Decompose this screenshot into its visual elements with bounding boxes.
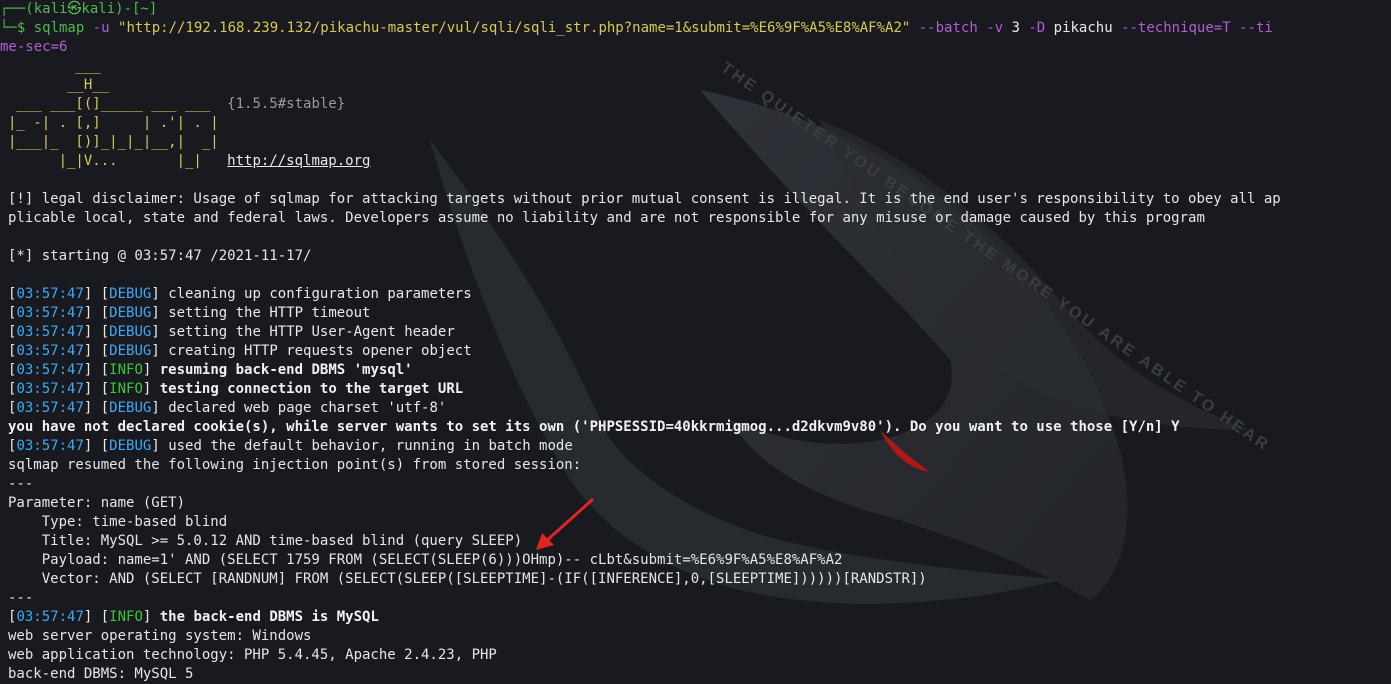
banner-art: |_|V... |_| [8,153,228,169]
starting-line: [*] starting @ 03:57:47 /2021-11-17/ [8,248,312,264]
bracket: ] [ [83,609,110,625]
log-time: 03:57:47 [16,381,84,397]
summary-os: web server operating system: Windows [8,628,312,644]
command-line: └─$ sqlmap -u "http://192.168.239.132/pi… [0,19,1383,38]
bracket: ] [142,381,160,397]
bracket: ] [151,438,169,454]
bracket: ] [151,400,169,416]
command-flag-v: -v [986,20,1012,36]
log-line: [03:57:47] [INFO] the back-end DBMS is M… [8,608,1383,627]
separator: --- [8,590,34,606]
injection-vector: Vector: AND (SELECT [RANDNUM] FROM (SELE… [8,571,927,587]
log-time: 03:57:47 [16,343,84,359]
command-verbosity: 3 [1011,20,1029,36]
cookie-prompt: you have not declared cookie(s), while s… [8,419,1180,435]
sqlmap-link[interactable]: http://sqlmap.org [227,153,370,169]
log-message: creating HTTP requests opener object [168,343,472,359]
terminal-output: ┌──(kali㉿kali)-[~] └─$ sqlmap -u "http:/… [0,0,1383,684]
command-url: "http://192.168.239.132/pikachu-master/v… [118,20,911,36]
command-wrap: me-sec=6 [0,39,68,55]
bracket: ] [151,305,169,321]
log-message: declared web page charset 'utf-8' [168,400,447,416]
prompt-symbol: └─$ [0,20,34,36]
bracket: ] [151,286,169,302]
separator: --- [8,476,34,492]
log-line: [03:57:47] [DEBUG] used the default beha… [8,437,1383,456]
log-message: the back-end DBMS is MySQL [159,609,379,625]
log-message: setting the HTTP User-Agent header [168,324,455,340]
injection-type: Type: time-based blind [8,514,228,530]
bracket: ] [151,324,169,340]
log-message: resuming back-end DBMS 'mysql' [159,362,413,378]
bracket: ] [ [83,381,110,397]
bracket: ] [ [83,438,110,454]
log-line: [03:57:47] [DEBUG] declared web page cha… [8,399,1383,418]
log-level: DEBUG [109,305,152,321]
prompt-user-host: ┌──(kali㉿kali)-[~] [0,1,158,17]
bracket: ] [142,609,160,625]
command-flag-u: -u [84,20,119,36]
log-message: setting the HTTP timeout [168,305,371,321]
log-line: [03:57:47] [INFO] testing connection to … [8,380,1383,399]
disclaimer-line-2: plicable local, state and federal laws. … [8,210,1205,226]
banner-line-2: __H__ [8,77,110,93]
log-time: 03:57:47 [16,609,84,625]
command-flag-technique: --technique=T --ti [1121,20,1273,36]
banner-line-1: ___ [8,58,101,74]
injection-payload: Payload: name=1' AND (SELECT 1759 FROM (… [8,552,843,568]
version-label: {1.5.5#stable} [227,96,346,112]
log-time: 03:57:47 [16,400,84,416]
log-level: DEBUG [109,343,152,359]
log-line: [03:57:47] [DEBUG] cleaning up configura… [8,285,1383,304]
log-message: used the default behavior, running in ba… [168,438,573,454]
log-list: [03:57:47] [DEBUG] cleaning up configura… [8,285,1383,418]
bracket: ] [ [83,324,110,340]
log-level: DEBUG [109,324,152,340]
log-line: [03:57:47] [DEBUG] setting the HTTP User… [8,323,1383,342]
log-level: DEBUG [109,438,152,454]
banner-line-6: |_|V... |_| http://sqlmap.org [8,152,1383,171]
banner-line-3: ___ ___[(]_____ ___ ___ {1.5.5#stable} [8,95,1383,114]
injection-title: Title: MySQL >= 5.0.12 AND time-based bl… [8,533,523,549]
log-message: cleaning up configuration parameters [168,286,472,302]
command-flag-d: -D [1028,20,1054,36]
bracket: ] [ [83,362,110,378]
annotation-arrow-icon [536,498,594,550]
command-tool: sqlmap [33,20,85,36]
disclaimer-line-1: [!] legal disclaimer: Usage of sqlmap fo… [8,191,1281,207]
summary-tech: web application technology: PHP 5.4.45, … [8,647,497,663]
log-level: DEBUG [109,400,152,416]
prompt-header: ┌──(kali㉿kali)-[~] [0,0,1383,19]
bracket: ] [ [83,343,110,359]
banner-line-4: |_ -| . [,] | .'| . | [8,115,219,131]
log-level: DEBUG [109,286,152,302]
log-time: 03:57:47 [16,438,84,454]
bracket: ] [ [83,400,110,416]
log-time: 03:57:47 [16,324,84,340]
log-message: testing connection to the target URL [159,381,464,397]
log-time: 03:57:47 [16,286,84,302]
log-line: [03:57:47] [DEBUG] setting the HTTP time… [8,304,1383,323]
log-time: 03:57:47 [16,305,84,321]
log-time: 03:57:47 [16,362,84,378]
command-flag-batch: --batch [910,20,987,36]
bracket: ] [ [83,305,110,321]
summary-dbms: back-end DBMS: MySQL 5 [8,666,194,682]
log-line: [03:57:47] [INFO] resuming back-end DBMS… [8,361,1383,380]
banner-line-5: |___|_ [)]_|_|_|__,| _| [8,134,219,150]
bracket: ] [151,343,169,359]
injection-parameter: Parameter: name (GET) [8,495,186,511]
log-level: INFO [109,609,143,625]
bracket: ] [142,362,160,378]
log-line: [03:57:47] [DEBUG] creating HTTP request… [8,342,1383,361]
command-db-name: pikachu [1053,20,1122,36]
log-level: INFO [109,362,143,378]
log-level: INFO [109,381,143,397]
banner-art: ___ ___[(]_____ ___ ___ [8,96,228,112]
bracket: ] [ [83,286,110,302]
resumed-line: sqlmap resumed the following injection p… [8,457,582,473]
